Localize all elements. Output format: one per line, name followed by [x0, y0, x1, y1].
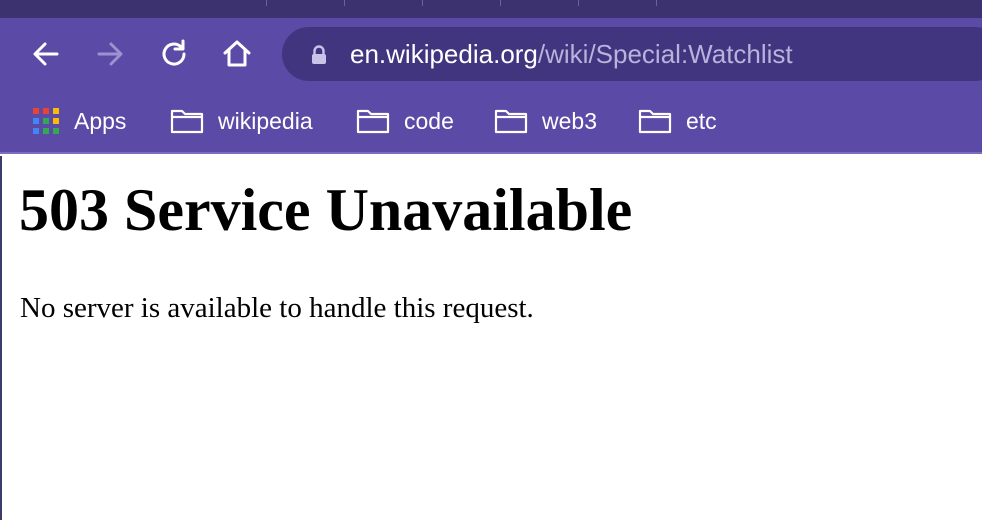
- reload-button[interactable]: [156, 36, 192, 72]
- url-text[interactable]: en.wikipedia.org/wiki/Special:Watchlist: [350, 27, 793, 81]
- bookmark-apps[interactable]: Apps: [32, 90, 126, 152]
- page-content: 503 Service Unavailable No server is ava…: [0, 156, 982, 520]
- tab-separator: [500, 0, 501, 6]
- folder-icon: [638, 108, 672, 134]
- folder-icon: [170, 108, 204, 134]
- bookmark-folder-web3[interactable]: web3: [494, 90, 597, 152]
- forward-button[interactable]: [92, 36, 128, 72]
- arrow-left-icon: [33, 42, 59, 66]
- error-message: No server is available to handle this re…: [20, 292, 534, 324]
- bookmark-label: Apps: [74, 107, 127, 134]
- bookmark-label: etc: [686, 107, 717, 134]
- folder-icon: [356, 108, 390, 134]
- bookmark-folder-etc[interactable]: etc: [638, 90, 717, 152]
- error-heading: 503 Service Unavailable: [19, 177, 633, 243]
- tab-strip: [0, 0, 982, 18]
- address-bar[interactable]: en.wikipedia.org/wiki/Special:Watchlist: [282, 27, 982, 81]
- home-button[interactable]: [219, 36, 255, 72]
- tab-separator: [266, 0, 267, 6]
- lock-icon[interactable]: [310, 45, 328, 65]
- apps-grid-icon: [32, 107, 60, 135]
- bookmark-label: web3: [542, 107, 597, 134]
- tab-separator: [422, 0, 423, 6]
- tab-separator: [344, 0, 345, 6]
- bookmark-label: code: [404, 107, 454, 134]
- tab-separator: [578, 0, 579, 6]
- back-button[interactable]: [28, 36, 64, 72]
- tab-separator: [656, 0, 657, 6]
- bookmark-folder-code[interactable]: code: [356, 90, 454, 152]
- url-path: /wiki/Special:Watchlist: [537, 39, 793, 69]
- home-icon: [223, 40, 251, 67]
- bookmark-label: wikipedia: [218, 107, 313, 134]
- url-host: en.wikipedia.org: [350, 39, 538, 69]
- arrow-right-icon: [97, 42, 123, 66]
- folder-icon: [494, 108, 528, 134]
- bookmark-folder-wikipedia[interactable]: wikipedia: [170, 90, 313, 152]
- browser-toolbar: en.wikipedia.org/wiki/Special:Watchlist: [0, 18, 982, 90]
- bookmarks-bar: Apps wikipedia code web3 etc: [0, 90, 982, 154]
- reload-icon: [162, 39, 186, 66]
